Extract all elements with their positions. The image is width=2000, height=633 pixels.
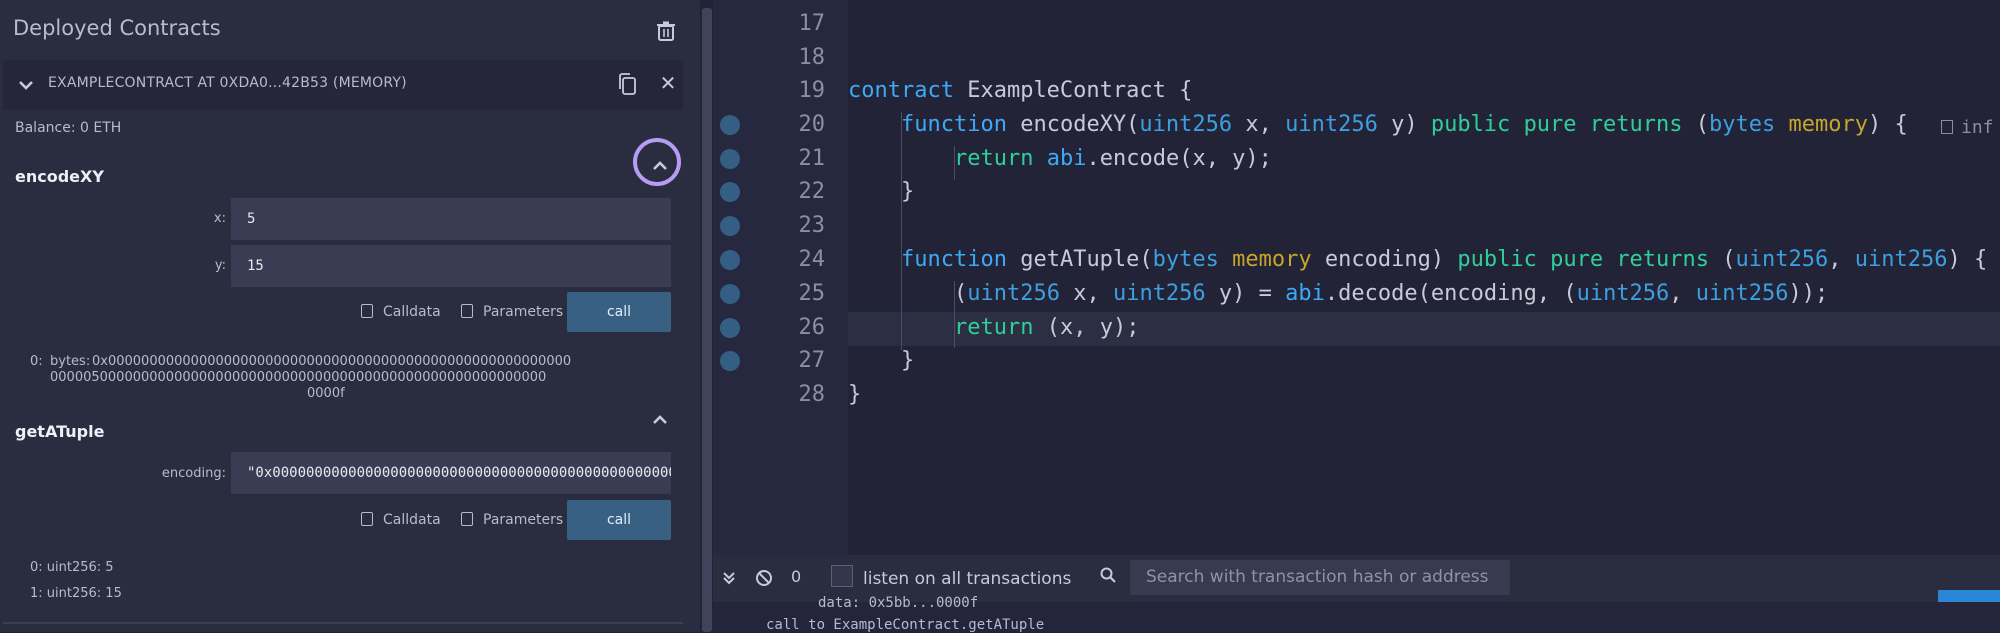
- call-button-getatuple[interactable]: call: [567, 500, 671, 540]
- log-line: call to ExampleContract.getATuple: [766, 617, 1045, 633]
- function-name-getatuple: getATuple: [15, 422, 105, 441]
- contract-instance-bar[interactable]: EXAMPLECONTRACT AT 0XDA0...42B53 (MEMORY…: [3, 60, 683, 110]
- parameters-button[interactable]: Parameters: [461, 512, 563, 528]
- highlight-ring: [633, 138, 681, 186]
- terminal-panel: 0 listen on all transactions Search with…: [713, 555, 2000, 633]
- code-line-22: }: [901, 179, 915, 204]
- gas-estimate-icon[interactable]: [720, 351, 740, 371]
- panel-title: Deployed Contracts: [13, 16, 221, 40]
- param-input-y[interactable]: 15: [231, 245, 671, 287]
- line-number: 18: [798, 45, 826, 70]
- param-label-encoding: encoding:: [161, 466, 226, 481]
- copy-icon: [361, 304, 373, 318]
- gas-hint-text: inf: [1961, 117, 1994, 138]
- gas-pump-icon: [1941, 120, 1953, 134]
- search-input[interactable]: Search with transaction hash or address: [1130, 560, 1510, 595]
- indent-guide: [901, 112, 902, 350]
- copy-icon: [361, 512, 373, 526]
- code-line-20: function encodeXY(uint256 x, uint256 y) …: [901, 112, 1908, 137]
- calldata-label: Calldata: [383, 304, 441, 320]
- line-number: 21: [798, 146, 826, 171]
- code-line-26: return (x, y);: [954, 315, 1140, 340]
- chevron-down-icon[interactable]: [17, 76, 35, 94]
- copy-icon[interactable]: [616, 72, 638, 96]
- param-label-x: x:: [213, 211, 226, 226]
- result-type: bytes:: [50, 354, 91, 369]
- code-line-21: return abi.encode(x, y);: [954, 146, 1272, 171]
- chevrons-down-icon[interactable]: [721, 570, 737, 586]
- search-icon: [1100, 567, 1116, 583]
- line-number: 23: [798, 213, 826, 238]
- deployed-contracts-panel: Deployed Contracts EXAMPLECONTRACT AT 0X…: [0, 0, 700, 632]
- trash-icon[interactable]: [655, 20, 677, 42]
- gas-estimate-icon[interactable]: [720, 149, 740, 169]
- listen-checkbox[interactable]: [831, 565, 853, 587]
- line-number: 24: [798, 247, 826, 272]
- line-number: 26: [798, 315, 826, 340]
- param-input-x[interactable]: 5: [231, 198, 671, 240]
- gas-estimate-icon[interactable]: [720, 216, 740, 236]
- divider: [3, 622, 683, 624]
- result-bytes-line1: 0x00000000000000000000000000000000000000…: [92, 354, 572, 369]
- copy-icon: [461, 512, 473, 526]
- param-label-y: y:: [214, 258, 226, 273]
- balance-label: Balance: 0 ETH: [15, 120, 122, 136]
- listen-label: listen on all transactions: [863, 569, 1072, 589]
- function-name-encodexy: encodeXY: [15, 167, 104, 186]
- copy-icon: [461, 304, 473, 318]
- code-line-27: }: [901, 348, 915, 373]
- debug-button[interactable]: [1938, 590, 2000, 602]
- call-button-encodexy[interactable]: call: [567, 292, 671, 332]
- line-number: 22: [798, 179, 826, 204]
- gas-hint: inf: [1941, 117, 1994, 138]
- parameters-label: Parameters: [483, 304, 564, 320]
- panel-header: Deployed Contracts: [0, 0, 700, 58]
- chevron-up-icon[interactable]: [648, 410, 672, 430]
- code-line-28: }: [848, 382, 862, 407]
- code-editor[interactable]: 17 18 19 20 21 22 23 24 25 26 27 28 cont…: [713, 0, 2000, 555]
- line-number: 17: [798, 11, 826, 36]
- code-line-19: contract ExampleContract {: [848, 78, 1193, 103]
- code-line-25: (uint256 x, uint256 y) = abi.decode(enco…: [954, 281, 1829, 306]
- param-input-encoding[interactable]: "0x0000000000000000000000000000000000000…: [231, 452, 671, 494]
- clear-icon[interactable]: [755, 569, 773, 587]
- parameters-label: Parameters: [483, 512, 564, 528]
- calldata-button[interactable]: Calldata: [361, 304, 441, 320]
- line-number: 19: [798, 78, 826, 103]
- gas-estimate-icon[interactable]: [720, 284, 740, 304]
- line-number: 27: [798, 348, 826, 373]
- gas-estimate-icon[interactable]: [720, 115, 740, 135]
- calldata-button[interactable]: Calldata: [361, 512, 441, 528]
- gas-estimate-icon[interactable]: [720, 318, 740, 338]
- log-line: data: 0x5bb...0000f: [818, 595, 979, 609]
- result-0: 0: uint256: 5: [30, 560, 114, 575]
- close-icon[interactable]: ✕: [659, 73, 677, 93]
- result-1: 1: uint256: 15: [30, 586, 122, 601]
- line-number: 28: [798, 382, 826, 407]
- calldata-label: Calldata: [383, 512, 441, 528]
- line-number: 20: [798, 112, 826, 137]
- contract-instance-label: EXAMPLECONTRACT AT 0XDA0...42B53 (MEMORY…: [48, 75, 407, 91]
- code-line-24: function getATuple(bytes memory encoding…: [901, 247, 1988, 272]
- parameters-button[interactable]: Parameters: [461, 304, 563, 320]
- gas-estimate-icon[interactable]: [720, 182, 740, 202]
- pending-count: 0: [791, 567, 802, 586]
- scrollbar[interactable]: [702, 8, 712, 632]
- gas-estimate-icon[interactable]: [720, 250, 740, 270]
- result-bytes-line2: 0000050000000000000000000000000000000000…: [50, 370, 547, 385]
- result-bytes-line3: 0000f: [307, 386, 345, 401]
- line-number: 25: [798, 281, 826, 306]
- result-index: 0:: [30, 354, 43, 369]
